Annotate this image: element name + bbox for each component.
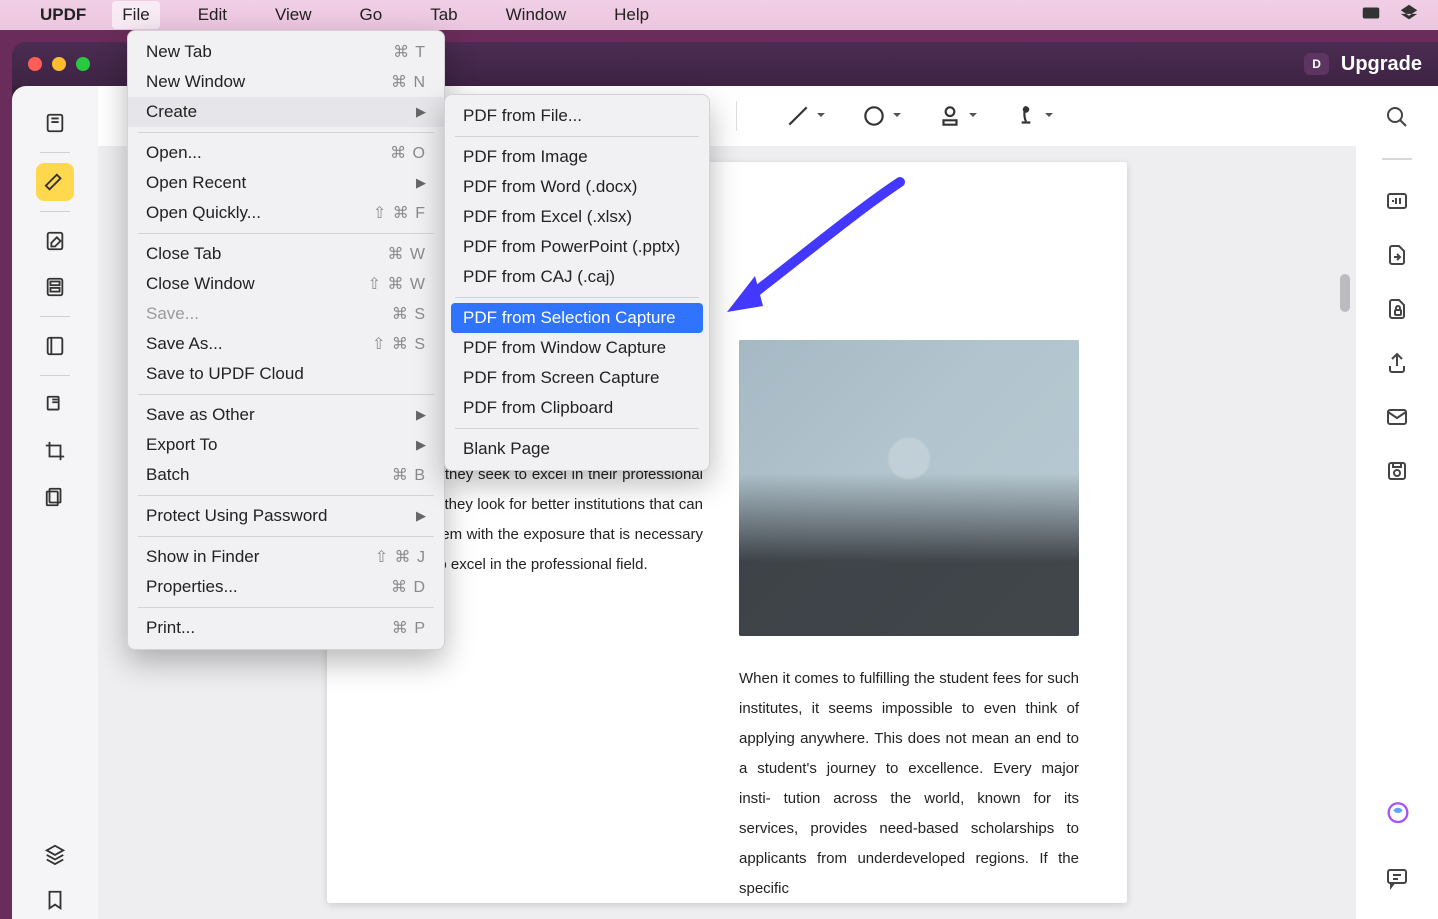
create-submenu: PDF from File...PDF from ImagePDF from W… [444, 94, 710, 471]
minimize-button[interactable] [52, 57, 66, 71]
right-sidebar [1356, 86, 1438, 919]
menu-go[interactable]: Go [350, 1, 393, 29]
submenu-item[interactable]: PDF from Clipboard [445, 393, 709, 423]
submenu-item[interactable]: PDF from Screen Capture [445, 363, 709, 393]
app-name[interactable]: UPDF [40, 5, 86, 25]
column-right-text: When it comes to fulfilling the student … [739, 664, 1079, 904]
menu-item[interactable]: Open Quickly...⇧ ⌘ F [128, 198, 444, 228]
menu-item[interactable]: Create▶ [128, 97, 444, 127]
menu-item[interactable]: Protect Using Password▶ [128, 501, 444, 531]
submenu-item[interactable]: PDF from PowerPoint (.pptx) [445, 232, 709, 262]
scrollbar-thumb[interactable] [1340, 274, 1350, 312]
document-photo [739, 340, 1079, 636]
tray-icon-1[interactable] [1360, 2, 1382, 29]
file-menu: New Tab⌘ TNew Window⌘ NCreate▶ Open...⌘ O… [127, 30, 445, 650]
submenu-item[interactable]: PDF from Selection Capture [451, 303, 703, 333]
maximize-button[interactable] [76, 57, 90, 71]
sidebar-bookmark-icon[interactable] [36, 881, 74, 919]
left-sidebar [12, 86, 98, 919]
menu-edit[interactable]: Edit [188, 1, 237, 29]
tray-icon-2[interactable] [1398, 2, 1420, 29]
menu-help[interactable]: Help [604, 1, 659, 29]
menu-file[interactable]: File [112, 1, 159, 29]
menu-item[interactable]: Export To▶ [128, 430, 444, 460]
menu-item[interactable]: Save As...⇧ ⌘ S [128, 329, 444, 359]
menu-item[interactable]: Show in Finder⇧ ⌘ J [128, 542, 444, 572]
menu-item[interactable]: New Tab⌘ T [128, 37, 444, 67]
submenu-item[interactable]: PDF from CAJ (.caj) [445, 262, 709, 292]
convert-icon[interactable] [1384, 242, 1410, 268]
scrollbar-track[interactable] [1338, 206, 1352, 919]
share-icon[interactable] [1384, 350, 1410, 376]
protect-icon[interactable] [1384, 296, 1410, 322]
menu-item[interactable]: Print...⌘ P [128, 613, 444, 643]
upgrade-button[interactable]: Upgrade [1341, 53, 1422, 76]
close-button[interactable] [28, 57, 42, 71]
menu-view[interactable]: View [265, 1, 322, 29]
submenu-item[interactable]: PDF from Excel (.xlsx) [445, 202, 709, 232]
menu-window[interactable]: Window [496, 1, 576, 29]
menu-item[interactable]: Save...⌘ S [128, 299, 444, 329]
menu-item[interactable]: Close Window⇧ ⌘ W [128, 269, 444, 299]
sidebar-edit-icon[interactable] [36, 222, 74, 260]
search-icon[interactable] [1384, 104, 1410, 130]
submenu-item[interactable]: Blank Page [445, 434, 709, 464]
submenu-item[interactable]: PDF from Window Capture [445, 333, 709, 363]
sidebar-highlighter-icon[interactable] [36, 163, 74, 201]
menu-item[interactable]: Properties...⌘ D [128, 572, 444, 602]
menu-item[interactable]: Save to UPDF Cloud [128, 359, 444, 389]
menu-tab[interactable]: Tab [420, 1, 467, 29]
submenu-item[interactable]: PDF from File... [445, 101, 709, 131]
menu-item[interactable]: Batch⌘ B [128, 460, 444, 490]
traffic-lights [28, 57, 90, 71]
comment-icon[interactable] [1384, 865, 1410, 891]
menu-item[interactable]: Open Recent▶ [128, 168, 444, 198]
sidebar-reader-icon[interactable] [36, 104, 74, 142]
line-tool-icon[interactable] [783, 101, 813, 131]
ocr-icon[interactable] [1384, 188, 1410, 214]
sidebar-organize-icon[interactable] [36, 327, 74, 365]
menu-item[interactable]: Save as Other▶ [128, 400, 444, 430]
signature-tool-icon[interactable] [1011, 101, 1041, 131]
mac-menubar: UPDF File Edit View Go Tab Window Help [0, 0, 1438, 30]
menu-item[interactable]: Open...⌘ O [128, 138, 444, 168]
sidebar-thumbnails-icon[interactable] [36, 268, 74, 306]
shape-tool-icon[interactable] [859, 101, 889, 131]
email-icon[interactable] [1384, 404, 1410, 430]
stamp-tool-icon[interactable] [935, 101, 965, 131]
menu-item[interactable]: New Window⌘ N [128, 67, 444, 97]
sidebar-layers-icon[interactable] [36, 835, 74, 873]
sidebar-compress-icon[interactable] [36, 386, 74, 424]
submenu-item[interactable]: PDF from Image [445, 142, 709, 172]
ai-icon[interactable] [1384, 801, 1412, 829]
menu-item[interactable]: Close Tab⌘ W [128, 239, 444, 269]
sidebar-crop-icon[interactable] [36, 432, 74, 470]
sidebar-pages-icon[interactable] [36, 478, 74, 516]
user-badge[interactable]: D [1304, 53, 1329, 75]
submenu-item[interactable]: PDF from Word (.docx) [445, 172, 709, 202]
save-icon[interactable] [1384, 458, 1410, 484]
